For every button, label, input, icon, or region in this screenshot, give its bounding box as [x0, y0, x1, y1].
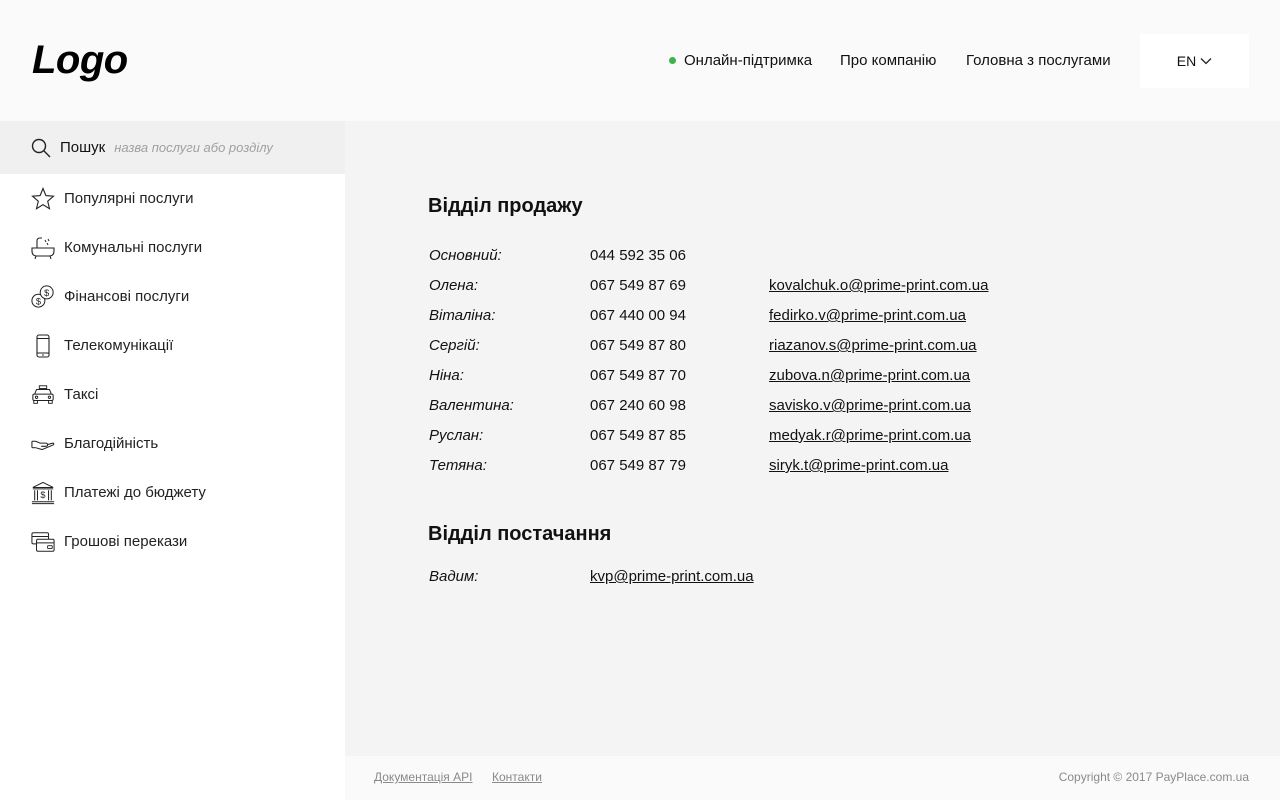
- contact-name: Сергій:: [429, 337, 480, 354]
- bank-icon: $: [31, 481, 55, 505]
- sidebar-item-label: Телекомунікації: [64, 337, 174, 354]
- sidebar-item-budget-payments[interactable]: $ Платежі до бюджету: [0, 468, 345, 517]
- logo[interactable]: Logo: [32, 38, 128, 83]
- online-status-dot: [669, 57, 676, 64]
- contact-email-link[interactable]: medyak.r@prime-print.com.ua: [769, 427, 971, 444]
- language-selector[interactable]: EN: [1140, 34, 1249, 88]
- contact-name: Ніна:: [429, 367, 464, 384]
- sidebar-item-financial[interactable]: $ $ Фінансові послуги: [0, 272, 345, 321]
- nav-online-support[interactable]: Онлайн-підтримка: [669, 52, 812, 69]
- services-menu: Популярні послуги Комунальні послуги $ $ …: [0, 174, 345, 566]
- search-bar[interactable]: Пошук: [0, 121, 345, 174]
- header: Logo Онлайн-підтримка Про компанію Голов…: [0, 0, 1280, 121]
- sales-department-title: Відділ продажу: [428, 195, 583, 217]
- footer: Документація API Контакти Copyright © 20…: [345, 756, 1280, 800]
- sidebar-item-charity[interactable]: Благодійність: [0, 419, 345, 468]
- hand-icon: [31, 432, 55, 456]
- contact-email-link[interactable]: fedirko.v@prime-print.com.ua: [769, 307, 966, 324]
- contact-name: Віталіна:: [429, 307, 496, 324]
- nav-home-services[interactable]: Головна з послугами: [966, 52, 1111, 69]
- svg-text:$: $: [36, 296, 41, 306]
- contact-email-link[interactable]: siryk.t@prime-print.com.ua: [769, 457, 948, 474]
- sidebar-item-taxi[interactable]: Таксі: [0, 370, 345, 419]
- search-label: Пошук: [60, 139, 106, 156]
- nav-about-company[interactable]: Про компанію: [840, 52, 936, 69]
- contact-email-link[interactable]: zubova.n@prime-print.com.ua: [769, 367, 970, 384]
- contacts-content: Відділ продажу Основний: 044 592 35 06 О…: [345, 121, 1280, 756]
- contact-email-link[interactable]: kovalchuk.o@prime-print.com.ua: [769, 277, 988, 294]
- sidebar-item-popular[interactable]: Популярні послуги: [0, 174, 345, 223]
- bathtub-icon: [31, 236, 55, 260]
- sidebar-item-label: Грошові перекази: [64, 533, 188, 550]
- language-label: EN: [1176, 53, 1197, 69]
- search-icon: [31, 138, 51, 157]
- contact-name: Олена:: [429, 277, 479, 294]
- svg-text:$: $: [44, 288, 49, 298]
- contact-email-link[interactable]: savisko.v@prime-print.com.ua: [769, 397, 971, 414]
- contact-name: Вадим:: [429, 568, 479, 585]
- cards-icon: [31, 530, 55, 554]
- contact-phone[interactable]: 067 549 87 70: [590, 367, 686, 384]
- contact-phone[interactable]: 067 440 00 94: [590, 307, 686, 324]
- sidebar-item-label: Комунальні послуги: [64, 239, 203, 256]
- copyright: Copyright © 2017 PayPlace.com.ua: [1058, 770, 1249, 784]
- sidebar-item-label: Фінансові послуги: [64, 288, 190, 305]
- contact-name: Руслан:: [429, 427, 484, 444]
- sidebar-item-utilities[interactable]: Комунальні послуги: [0, 223, 345, 272]
- contact-phone[interactable]: 067 549 87 80: [590, 337, 686, 354]
- taxi-icon: [31, 383, 55, 407]
- footer-api-docs-link[interactable]: Документація API: [374, 770, 472, 784]
- contact-name: Основний:: [429, 247, 502, 264]
- sidebar-item-money-transfers[interactable]: Грошові перекази: [0, 517, 345, 566]
- contact-phone[interactable]: 067 549 87 79: [590, 457, 686, 474]
- nav-online-support-label: Онлайн-підтримка: [684, 52, 813, 69]
- svg-text:$: $: [40, 490, 45, 500]
- sidebar: Пошук Популярні послуги Комунальні послу…: [0, 121, 345, 800]
- sidebar-item-label: Популярні послуги: [64, 190, 194, 207]
- contact-phone[interactable]: 044 592 35 06: [590, 247, 686, 264]
- sidebar-item-label: Благодійність: [64, 435, 159, 452]
- contact-phone[interactable]: 067 549 87 69: [590, 277, 686, 294]
- contact-email-link[interactable]: kvp@prime-print.com.ua: [590, 568, 754, 585]
- contact-phone[interactable]: 067 549 87 85: [590, 427, 686, 444]
- phone-icon: [31, 333, 55, 358]
- sidebar-item-telecom[interactable]: Телекомунікації: [0, 321, 345, 370]
- supply-department-title: Відділ постачання: [428, 523, 612, 545]
- contact-email-link[interactable]: riazanov.s@prime-print.com.ua: [769, 337, 977, 354]
- contact-name: Тетяна:: [429, 457, 487, 474]
- sidebar-item-label: Таксі: [64, 386, 99, 403]
- coins-icon: $ $: [31, 284, 55, 309]
- footer-contacts-link[interactable]: Контакти: [492, 770, 542, 784]
- chevron-down-icon: [1200, 58, 1212, 65]
- search-input[interactable]: [114, 140, 315, 155]
- star-icon: [31, 186, 55, 211]
- contact-phone[interactable]: 067 240 60 98: [590, 397, 686, 414]
- contact-name: Валентина:: [429, 397, 514, 414]
- sidebar-item-label: Платежі до бюджету: [64, 484, 206, 501]
